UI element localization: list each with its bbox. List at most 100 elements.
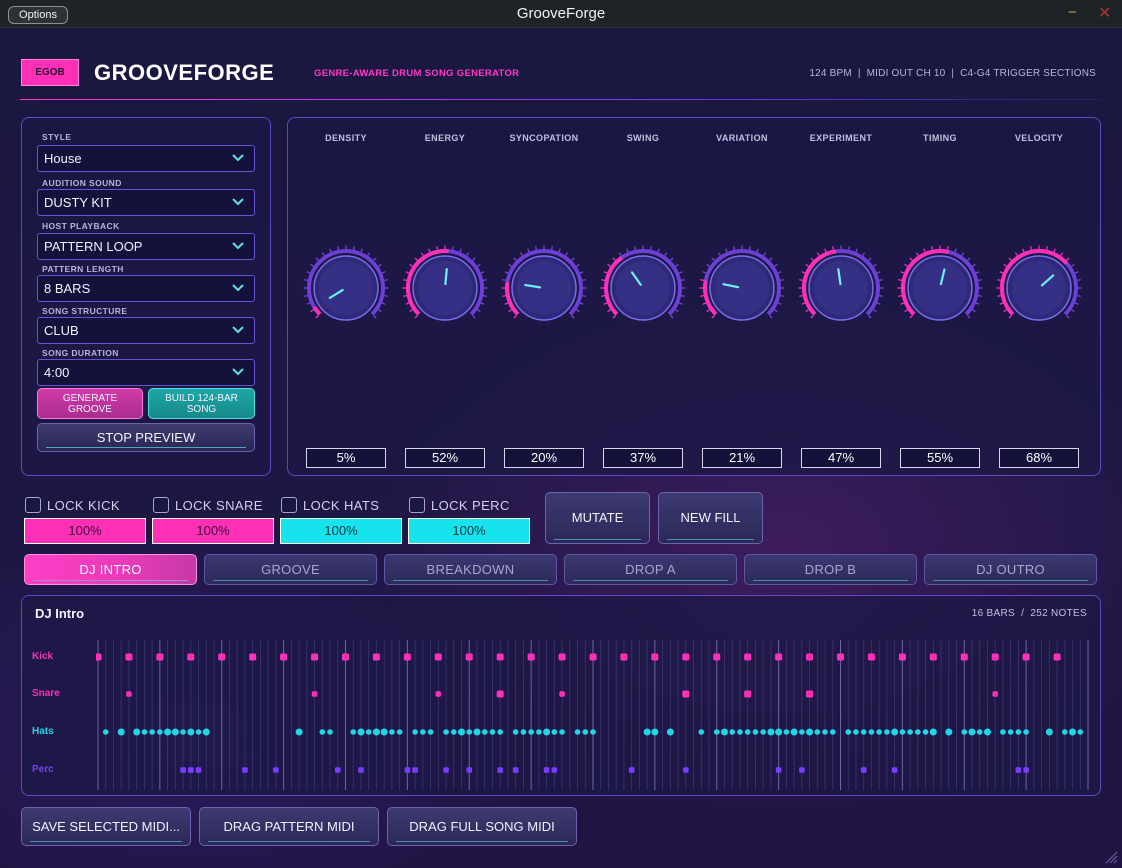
knob-value-readout[interactable]: 47%	[801, 448, 881, 468]
tab-groove[interactable]: GROOVE	[204, 554, 377, 585]
hat-note	[141, 729, 148, 735]
knob-density[interactable]	[301, 243, 391, 333]
drag-song-button[interactable]: DRAG FULL SONG MIDI	[387, 807, 577, 846]
drag-pattern-button[interactable]: DRAG PATTERN MIDI	[199, 807, 379, 846]
hat-note	[814, 729, 821, 735]
knob-value-readout[interactable]: 20%	[504, 448, 584, 468]
hat-note	[520, 729, 527, 735]
lock-level-bar[interactable]: 100%	[408, 518, 530, 544]
length-select[interactable]: 8 BARS	[37, 275, 255, 302]
hat-note	[117, 728, 125, 736]
minimize-button[interactable]: −	[1068, 4, 1077, 21]
build-label-line2: SONG	[186, 404, 217, 415]
snare-note	[496, 690, 504, 698]
audition-select[interactable]: DUSTY KIT	[37, 189, 255, 216]
lock-level-bar[interactable]: 100%	[24, 518, 146, 544]
snare-note	[126, 691, 132, 697]
hat-note	[458, 728, 466, 736]
knob-label: SYNCOPATION	[509, 133, 579, 143]
hat-note	[1000, 729, 1006, 735]
tab-drop-b[interactable]: DROP B	[744, 554, 917, 585]
structure-select[interactable]: CLUB	[37, 317, 255, 344]
close-button[interactable]: ✕	[1098, 3, 1111, 23]
hat-note	[643, 728, 651, 736]
build-song-button[interactable]: BUILD 124-BAR SONG	[148, 388, 255, 419]
hat-note	[876, 729, 882, 735]
style-select[interactable]: House	[37, 145, 255, 172]
hat-note	[157, 729, 163, 735]
playback-select[interactable]: PATTERN LOOP	[37, 233, 255, 260]
hat-note	[489, 729, 496, 735]
new-fill-button[interactable]: NEW FILL	[658, 492, 763, 544]
hat-note	[497, 729, 503, 735]
hat-note	[845, 729, 852, 735]
mutate-button[interactable]: MUTATE	[545, 492, 650, 544]
pattern-panel: DJ Intro 16 BARS / 252 NOTES Kick Snare Ha…	[21, 595, 1101, 796]
hat-note	[752, 729, 759, 735]
audition-value: DUSTY KIT	[44, 195, 112, 210]
hat-note	[698, 729, 705, 735]
knob-value-readout[interactable]: 55%	[900, 448, 980, 468]
stop-preview-button[interactable]: STOP PREVIEW	[37, 423, 255, 452]
header-divider	[20, 99, 1102, 100]
hat-note	[389, 729, 395, 735]
hat-note	[1007, 729, 1014, 735]
knob-value-readout[interactable]: 5%	[306, 448, 386, 468]
kick-note	[342, 653, 349, 661]
kick-note	[156, 653, 164, 661]
chevron-down-icon	[232, 242, 244, 250]
hat-note	[806, 728, 814, 736]
perc-note	[799, 767, 805, 773]
tab-dj-outro[interactable]: DJ OUTRO	[924, 554, 1097, 585]
knob-value-readout[interactable]: 68%	[999, 448, 1079, 468]
save-midi-button[interactable]: SAVE SELECTED MIDI...	[21, 807, 191, 846]
pattern-meta: 16 BARS / 252 NOTES	[971, 608, 1087, 619]
hat-note	[737, 729, 743, 735]
hat-note	[1015, 729, 1022, 735]
resize-grip-icon[interactable]	[1102, 848, 1118, 864]
tab-breakdown[interactable]: BREAKDOWN	[384, 554, 557, 585]
chevron-down-icon	[232, 198, 244, 206]
perc-note	[891, 767, 898, 773]
perc-note	[443, 767, 449, 773]
hat-note	[582, 729, 589, 735]
lock-level-bar[interactable]: 100%	[152, 518, 274, 544]
generate-groove-button[interactable]: GENERATE GROOVE	[37, 388, 143, 419]
knob-velocity[interactable]	[994, 243, 1084, 333]
knob-energy[interactable]	[400, 243, 490, 333]
knob-swing[interactable]	[598, 243, 688, 333]
lock-level-bar[interactable]: 100%	[280, 518, 402, 544]
duration-select[interactable]: 4:00	[37, 359, 255, 386]
knob-syncopation[interactable]	[499, 243, 589, 333]
knob-value-readout[interactable]: 21%	[702, 448, 782, 468]
pattern-grid[interactable]	[96, 640, 1096, 790]
hat-note	[357, 728, 365, 736]
tab-drop-a[interactable]: DROP A	[564, 554, 737, 585]
lock-checkbox[interactable]	[409, 497, 425, 513]
hat-note	[961, 729, 968, 735]
snare-note	[806, 690, 814, 698]
lock-checkbox[interactable]	[281, 497, 297, 513]
lock-checkbox[interactable]	[153, 497, 169, 513]
lock-label: LOCK PERC	[431, 498, 510, 513]
hat-note	[180, 729, 186, 735]
knob-variation[interactable]	[697, 243, 787, 333]
lock-checkbox[interactable]	[25, 497, 41, 513]
knob-value-readout[interactable]: 37%	[603, 448, 683, 468]
plugin-main: EGOB GROOVEFORGE GENRE-AWARE DRUM SONG G…	[0, 28, 1122, 868]
hat-note	[365, 729, 372, 735]
knob-value-readout[interactable]: 52%	[405, 448, 485, 468]
tab-dj-intro[interactable]: DJ INTRO	[24, 554, 197, 585]
hat-note	[466, 729, 473, 735]
generate-label-line2: GROOVE	[68, 404, 112, 415]
audition-label: AUDITION SOUND	[42, 178, 122, 188]
hat-note	[473, 728, 481, 736]
knob-experiment[interactable]	[796, 243, 886, 333]
hat-note	[760, 729, 766, 735]
kick-note	[929, 653, 937, 661]
window-title: GrooveForge	[516, 5, 606, 22]
kick-note	[991, 653, 999, 661]
knob-timing[interactable]	[895, 243, 985, 333]
hat-note	[102, 729, 109, 735]
hat-note	[350, 729, 357, 735]
